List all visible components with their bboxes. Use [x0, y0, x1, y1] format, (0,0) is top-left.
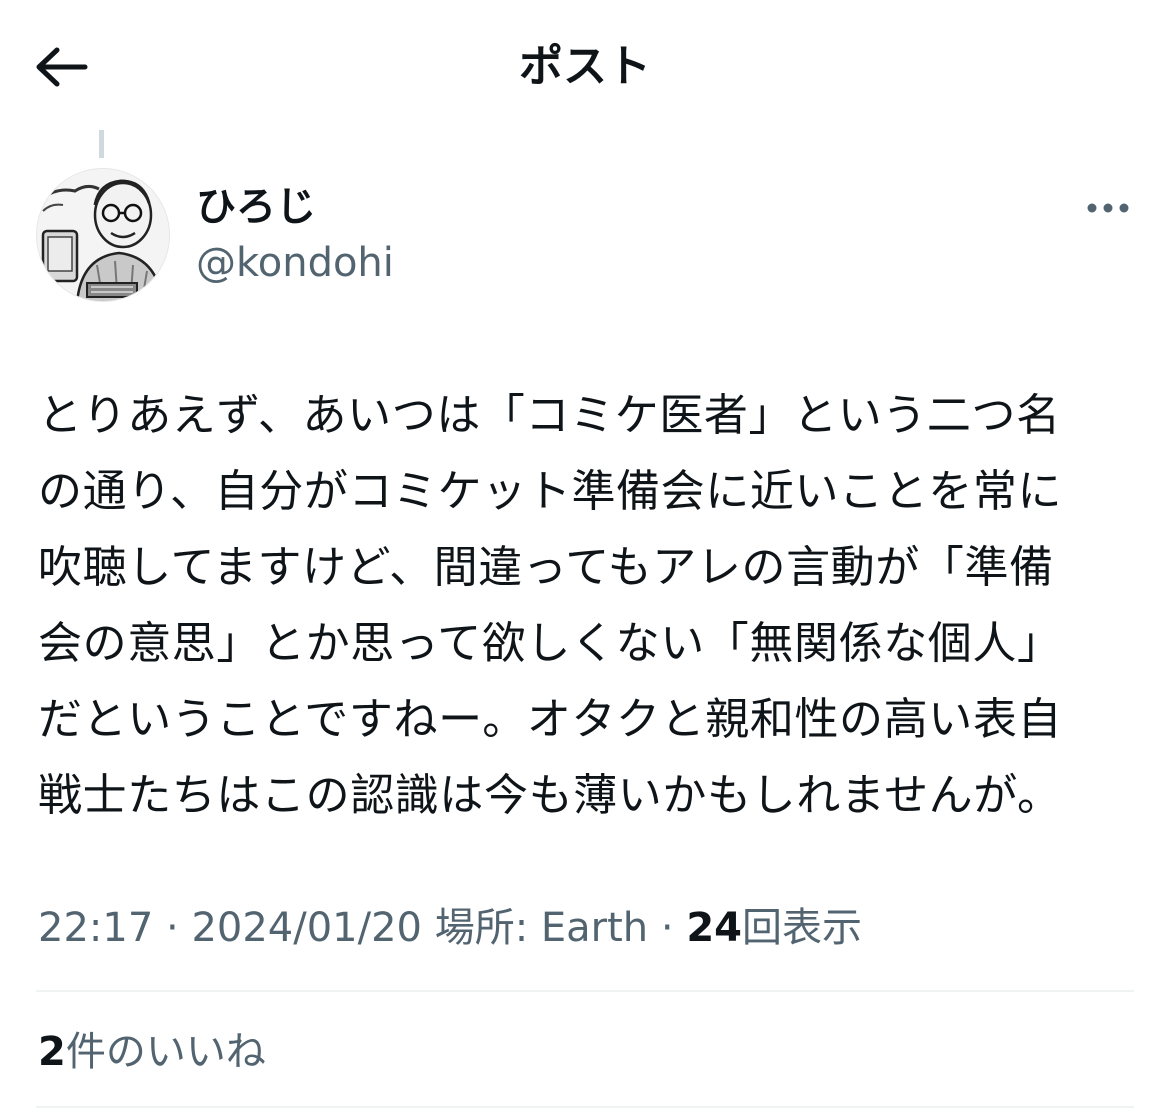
post-date[interactable]: 2024/01/20	[191, 905, 422, 951]
meta-separator: ·	[166, 905, 179, 951]
likes-count: 2	[38, 1029, 66, 1075]
post-text-line: 吹聴してますけど、間違ってもアレの言動が「準備	[38, 542, 1054, 593]
divider	[36, 990, 1134, 992]
post-body-text: とりあえず、あいつは「コミケ医者」という二つ名 の通り、自分がコミケット準備会に…	[38, 378, 1138, 834]
post-text-line: 戦士たちはこの認識は今も薄いかもしれませんが。	[38, 770, 1062, 821]
views-count[interactable]: 24	[686, 905, 742, 951]
post-text-line: とりあえず、あいつは「コミケ医者」という二つ名	[38, 390, 1061, 441]
author-handle[interactable]: @kondohi	[196, 238, 394, 288]
top-bar: ポスト	[0, 0, 1170, 135]
thread-connector-line	[99, 130, 104, 158]
author-display-name[interactable]: ひろじ	[196, 182, 316, 232]
post-text-line: だということですねー。オタクと親和性の高い表自	[38, 694, 1063, 745]
more-options-button[interactable]	[1080, 190, 1136, 226]
divider	[36, 1106, 1134, 1108]
post-metadata: 22:17 · 2024/01/20 場所: Earth · 24回表示	[38, 900, 862, 956]
views-label[interactable]: 回表示	[742, 905, 862, 951]
page-title: ポスト	[519, 41, 651, 92]
likes-label: 件のいいね	[65, 1029, 266, 1075]
post-time[interactable]: 22:17	[38, 905, 153, 951]
post-location: 場所: Earth	[434, 905, 649, 951]
post-text-line: 会の意思」とか思って欲しくない「無関係な個人」	[38, 618, 1062, 669]
more-horizontal-icon	[1087, 203, 1129, 213]
avatar-image	[37, 169, 169, 301]
avatar[interactable]	[36, 168, 170, 302]
meta-separator: ·	[660, 905, 674, 951]
likes-link[interactable]: 2件のいいね	[38, 1024, 266, 1080]
post-text-line: の通り、自分がコミケット準備会に近いことを常に	[38, 466, 1063, 517]
